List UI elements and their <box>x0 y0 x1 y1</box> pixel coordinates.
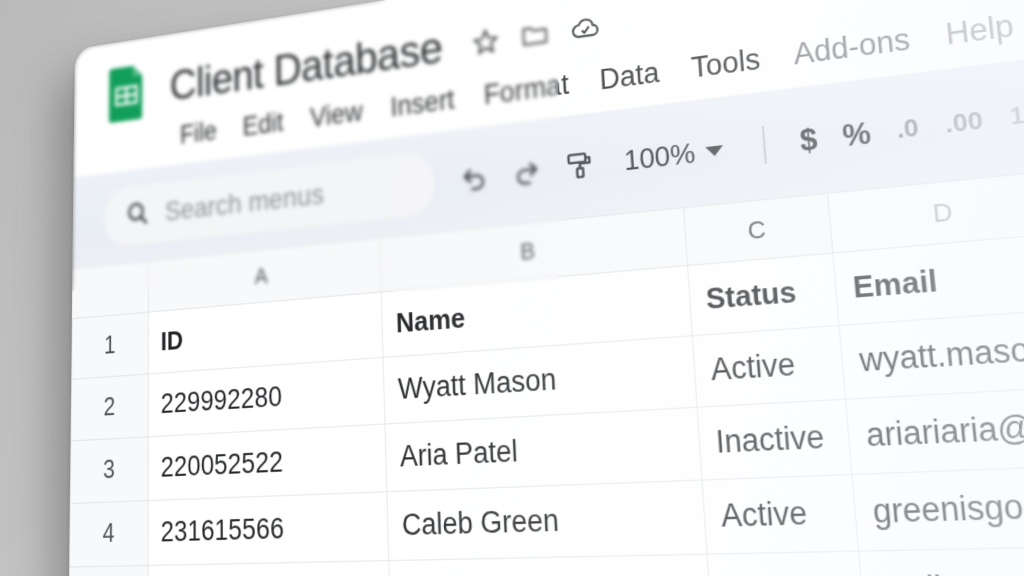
more-formats-button[interactable]: 123 <box>1009 99 1024 131</box>
select-all-corner[interactable] <box>72 260 149 319</box>
cell-a3-id[interactable]: 220052522 <box>148 424 387 501</box>
cell-d2-email[interactable]: wyatt.mason@transforme <box>839 308 1024 400</box>
redo-icon[interactable] <box>510 154 542 189</box>
menu-item-tools[interactable]: Tools <box>690 43 761 85</box>
toolbar-divider <box>762 125 768 164</box>
menu-item-data[interactable]: Data <box>599 56 661 97</box>
cell-c3-status[interactable]: Inactive <box>697 399 852 481</box>
zoom-level-value: 100% <box>623 135 697 177</box>
undo-icon[interactable] <box>459 160 490 195</box>
row-number-4[interactable]: 4 <box>69 500 149 568</box>
cell-d5-email[interactable]: sadiergoeswest@toadstoo <box>858 546 1024 576</box>
percent-format-button[interactable]: % <box>841 115 872 153</box>
cell-c5-status[interactable]: Active <box>707 551 866 576</box>
sheets-window: Client Database File Edit View Insert Fo… <box>66 0 1024 576</box>
cell-c1-status[interactable]: Status <box>687 252 840 336</box>
menu-item-view[interactable]: View <box>310 96 363 134</box>
menu-item-edit[interactable]: Edit <box>242 107 283 143</box>
menu-item-format[interactable]: Format <box>483 69 570 112</box>
row-number-1[interactable]: 1 <box>71 312 149 380</box>
sheets-icon <box>101 61 152 126</box>
paint-format-icon[interactable] <box>563 148 596 183</box>
cell-b4-name[interactable]: Caleb Green <box>386 480 708 561</box>
row-number-2[interactable]: 2 <box>70 373 149 441</box>
row-number-5[interactable]: 5 <box>68 565 149 576</box>
search-input[interactable]: Search menus <box>165 178 324 227</box>
menu-item-insert[interactable]: Insert <box>390 84 455 124</box>
zoom-level-selector[interactable]: 100% <box>623 132 725 177</box>
search-menus-box[interactable]: Search menus <box>103 149 436 249</box>
currency-format-button[interactable]: $ <box>798 122 818 159</box>
cell-d4-email[interactable]: greenisgood@milansaton <box>851 465 1024 552</box>
folder-icon[interactable] <box>519 17 550 52</box>
chevron-down-icon <box>705 144 725 157</box>
search-icon <box>125 197 150 233</box>
screenshot-stage: Client Database File Edit View Insert Fo… <box>0 0 1024 576</box>
cell-a4-id[interactable]: 231615566 <box>148 491 389 566</box>
cell-d3-email[interactable]: ariariaria@toadstoolnet.io <box>845 386 1024 475</box>
menu-item-help[interactable]: Help <box>944 9 1016 53</box>
star-icon[interactable] <box>471 25 501 60</box>
cell-c4-status[interactable]: Active <box>702 474 859 555</box>
cloud-done-icon[interactable] <box>569 10 601 45</box>
increase-decimal-button[interactable]: .00 <box>944 105 985 139</box>
menu-item-add-ons[interactable]: Add-ons <box>792 23 911 73</box>
menu-item-file[interactable]: File <box>180 116 217 151</box>
decrease-decimal-button[interactable]: .0 <box>895 113 920 145</box>
row-number-3[interactable]: 3 <box>70 436 149 504</box>
title-action-icons <box>471 10 602 59</box>
cell-c2-status[interactable]: Active <box>692 325 846 408</box>
